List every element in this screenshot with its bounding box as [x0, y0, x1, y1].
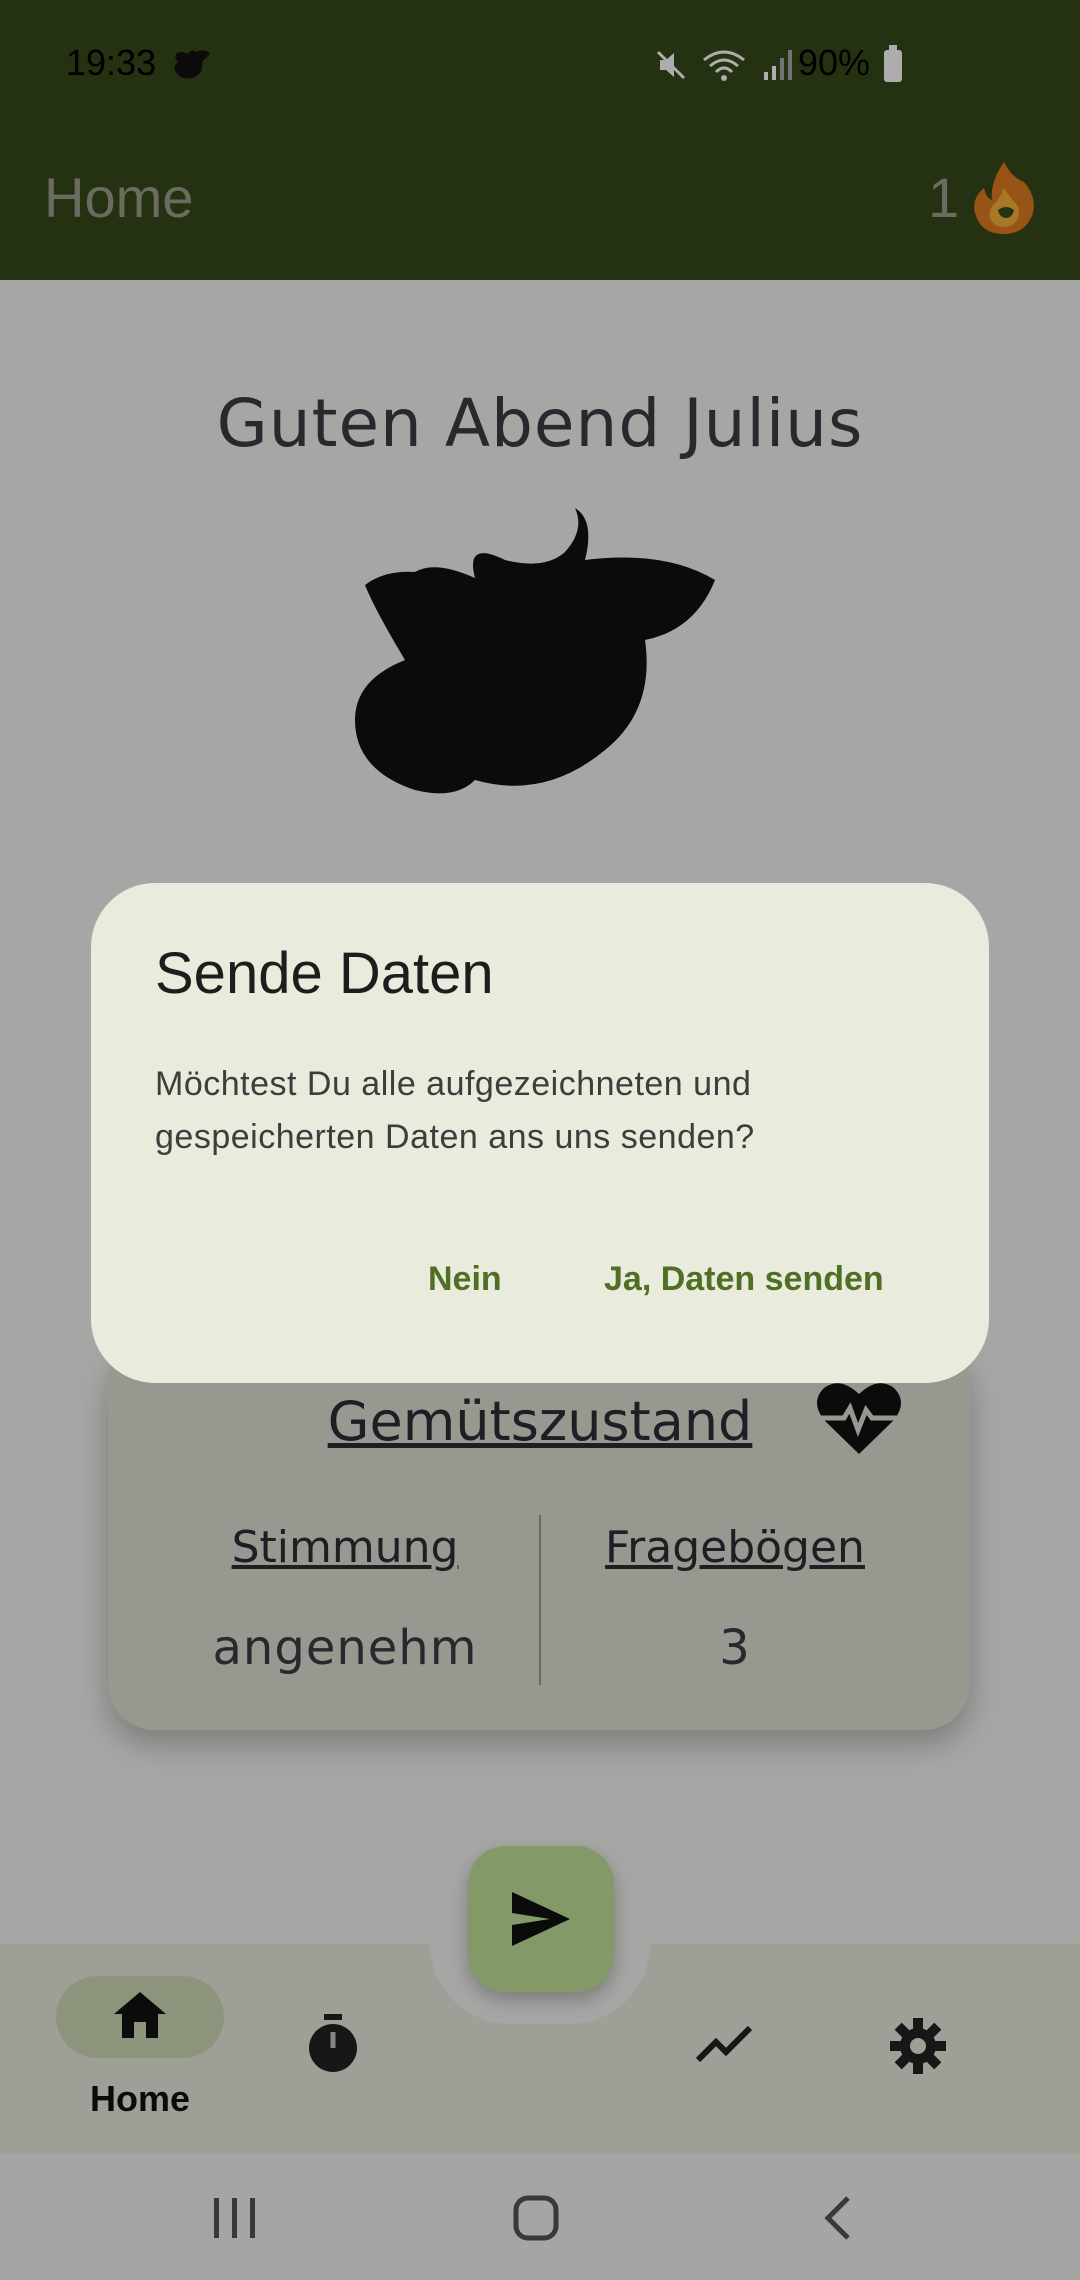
- dialog-title: Sende Daten: [155, 941, 494, 1006]
- confirm-send-button[interactable]: Ja, Daten senden: [604, 1260, 884, 1299]
- cancel-button[interactable]: Nein: [428, 1260, 502, 1299]
- dialog-message: Möchtest Du alle aufgezeichneten und ges…: [155, 1065, 755, 1156]
